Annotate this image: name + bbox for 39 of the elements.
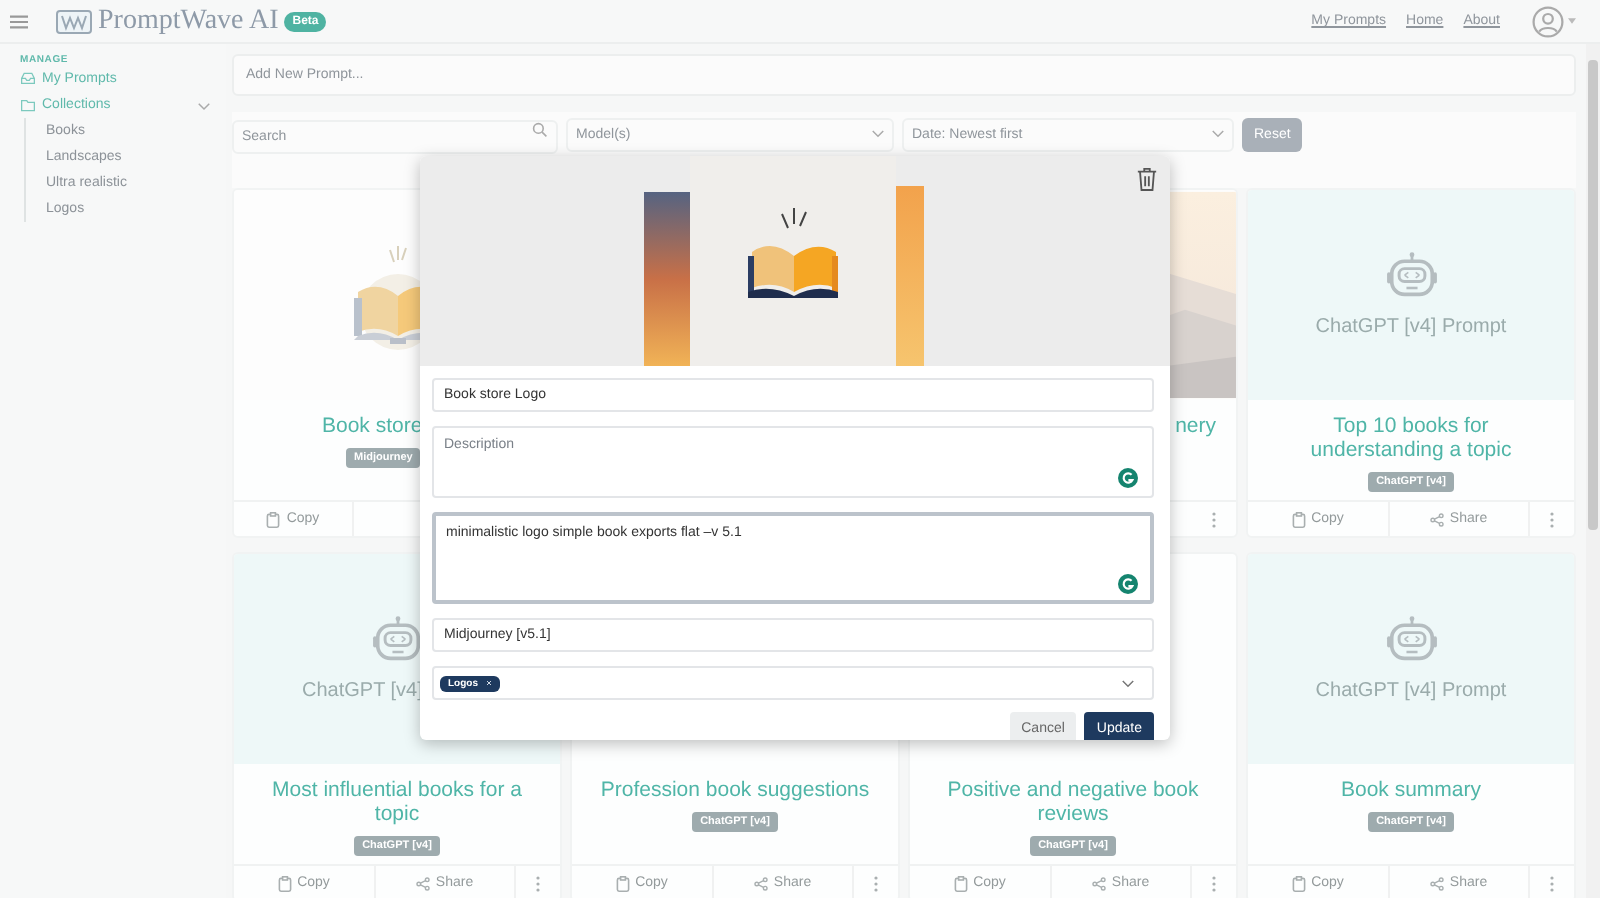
share-icon	[1091, 875, 1106, 891]
card-title[interactable]: Positive and negative book reviews	[926, 778, 1220, 826]
chevron-icon[interactable]	[1122, 679, 1134, 687]
menu-icon[interactable]	[10, 13, 28, 29]
logo-icon	[56, 9, 92, 33]
clipboard-icon	[277, 875, 292, 891]
chevron-icon[interactable]	[872, 130, 884, 138]
clipboard-icon	[615, 875, 630, 891]
card-title[interactable]: Top 10 books for understanding a topic	[1264, 414, 1558, 462]
clipboard-icon	[1291, 511, 1306, 527]
search-icon[interactable]	[532, 122, 548, 138]
robot-icon	[1385, 252, 1437, 300]
card-title[interactable]: Book summary	[1340, 778, 1482, 802]
grammar-check-icon[interactable]	[1118, 468, 1138, 488]
clipboard-icon	[1291, 875, 1306, 891]
clipboard-icon	[266, 511, 281, 527]
close-icon[interactable]	[486, 680, 492, 686]
robot-icon	[1385, 616, 1437, 664]
inbox-icon	[20, 72, 36, 86]
clipboard-icon	[953, 875, 968, 891]
share-icon	[753, 875, 768, 891]
placeholder-caption: ChatGPT [v4] Prompt	[1315, 680, 1507, 702]
share-icon	[1429, 511, 1444, 527]
brand-name[interactable]: PromptWave AI	[98, 5, 279, 37]
chevron-icon[interactable]	[198, 99, 210, 111]
share-icon	[1429, 875, 1444, 891]
chevron-icon[interactable]	[1212, 130, 1224, 138]
card-title[interactable]: Book store	[322, 414, 423, 438]
scrollbar[interactable]	[1586, 44, 1600, 898]
folder-icon	[20, 98, 36, 112]
share-icon	[415, 875, 430, 891]
caret-icon[interactable]	[1568, 18, 1576, 24]
grammar-check-icon[interactable]	[1118, 574, 1138, 594]
card-title[interactable]: Most influential books for a topic	[250, 778, 544, 826]
robot-icon	[371, 616, 423, 664]
avatar-icon[interactable]	[1532, 5, 1564, 37]
card-title[interactable]: nery	[1175, 414, 1216, 438]
card-title[interactable]: Profession book suggestions	[600, 778, 870, 802]
placeholder-caption: ChatGPT [v4] Prompt	[1315, 316, 1507, 338]
